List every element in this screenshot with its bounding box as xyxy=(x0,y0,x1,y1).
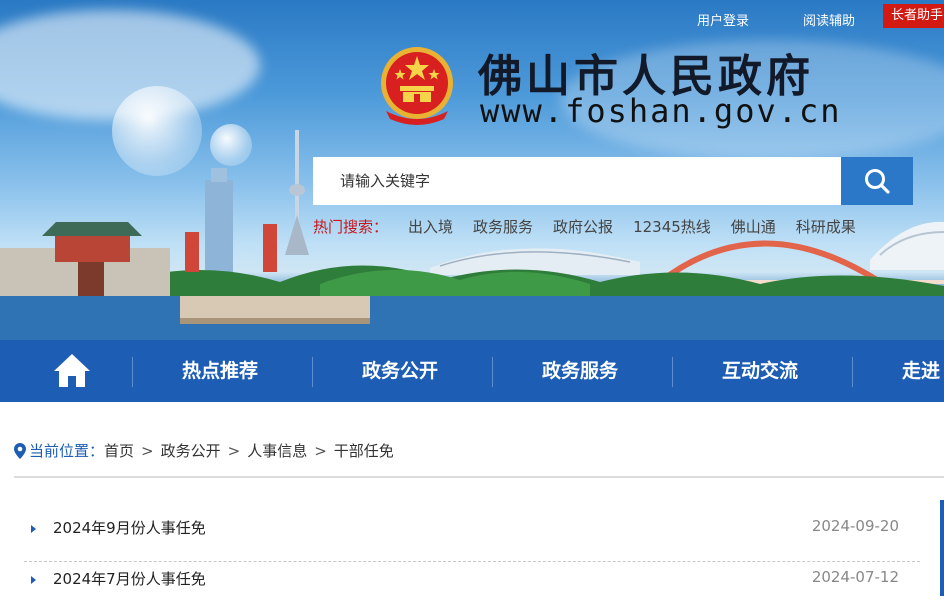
breadcrumb-separator: > xyxy=(314,441,327,460)
search-icon xyxy=(865,169,890,194)
breadcrumb-label: 当前位置： xyxy=(29,442,105,460)
nav-item-gov-affairs-open[interactable]: 政务公开 xyxy=(362,340,438,402)
list-item-date: 2024-09-20 xyxy=(811,517,899,535)
site-url: www.foshan.gov.cn xyxy=(480,92,842,130)
list-item[interactable]: 2024年7月份人事任免 2024-07-12 xyxy=(24,562,920,612)
nav-divider xyxy=(672,357,673,387)
nav-divider xyxy=(492,357,493,387)
hot-search: 热门搜索： 出入境 政务服务 政府公报 12345热线 佛山通 科研成果 xyxy=(313,216,856,237)
hot-search-label: 热门搜索： xyxy=(313,218,389,236)
nav-divider xyxy=(852,357,853,387)
list-item-date: 2024-07-12 xyxy=(811,568,899,586)
header-banner: 用户登录 阅读辅助 长者助手 佛山市人民政府 www.foshan.gov.cn… xyxy=(0,0,944,340)
breadcrumb-home[interactable]: 首页 xyxy=(104,440,134,461)
login-link[interactable]: 用户登录 xyxy=(697,10,749,29)
nav-item-hot[interactable]: 热点推荐 xyxy=(182,340,258,402)
hot-keyword[interactable]: 佛山通 xyxy=(731,218,776,236)
nav-item-explore[interactable]: 走进 xyxy=(902,340,940,402)
breadcrumb-separator: > xyxy=(141,441,154,460)
list-item[interactable]: 2024年9月份人事任免 2024-09-20 xyxy=(24,511,920,562)
nav-item-interaction[interactable]: 互动交流 xyxy=(722,340,798,402)
national-emblem-icon xyxy=(381,47,453,125)
elder-assistant-button[interactable]: 长者助手 xyxy=(883,4,944,28)
breadcrumb: 当前位置： 首页 > 政务公开 > 人事信息 > 干部任免 xyxy=(14,440,394,461)
hot-keyword[interactable]: 12345热线 xyxy=(633,218,711,236)
breadcrumb-current: 干部任免 xyxy=(333,442,394,460)
search-button[interactable] xyxy=(841,157,913,205)
hot-keyword[interactable]: 科研成果 xyxy=(796,218,856,236)
content-right-border xyxy=(940,500,944,596)
list-item-title[interactable]: 2024年9月份人事任免 xyxy=(53,517,206,538)
nav-divider xyxy=(312,357,313,387)
breadcrumb-gov-affairs-open[interactable]: 政务公开 xyxy=(161,440,221,461)
hot-keyword[interactable]: 政府公报 xyxy=(553,218,613,236)
home-icon[interactable] xyxy=(52,351,92,391)
breadcrumb-divider xyxy=(14,476,944,478)
location-pin-icon xyxy=(14,442,26,459)
nav-divider xyxy=(132,357,133,387)
reading-aid-link[interactable]: 阅读辅助 xyxy=(803,10,855,29)
main-nav: 热点推荐 政务公开 政务服务 互动交流 走进 xyxy=(0,340,944,402)
breadcrumb-personnel-info[interactable]: 人事信息 xyxy=(247,440,307,461)
list-item-title[interactable]: 2024年7月份人事任免 xyxy=(53,568,206,589)
nav-item-gov-services[interactable]: 政务服务 xyxy=(542,340,618,402)
triangle-bullet-icon xyxy=(31,525,36,533)
hot-keyword[interactable]: 出入境 xyxy=(408,218,453,236)
search-input[interactable] xyxy=(313,157,841,205)
triangle-bullet-icon xyxy=(31,576,36,584)
hot-keyword[interactable]: 政务服务 xyxy=(473,218,533,236)
breadcrumb-separator: > xyxy=(227,441,241,460)
